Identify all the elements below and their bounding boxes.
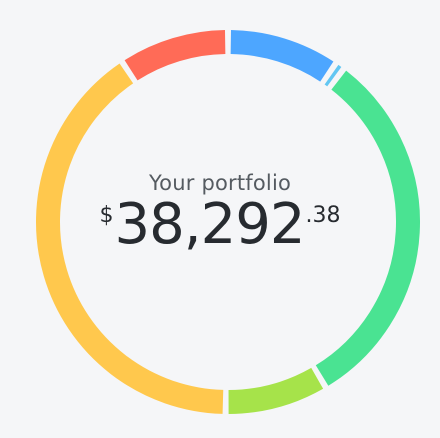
currency-symbol: $ bbox=[99, 203, 114, 228]
portfolio-summary: Your portfolio $ 38,292 .38 bbox=[0, 0, 440, 430]
portfolio-value: $ 38,292 .38 bbox=[100, 197, 341, 253]
portfolio-widget: Your portfolio $ 38,292 .38 bbox=[0, 0, 440, 438]
portfolio-value-whole: 38,292 bbox=[114, 192, 306, 257]
portfolio-value-cents: .38 bbox=[305, 203, 341, 228]
